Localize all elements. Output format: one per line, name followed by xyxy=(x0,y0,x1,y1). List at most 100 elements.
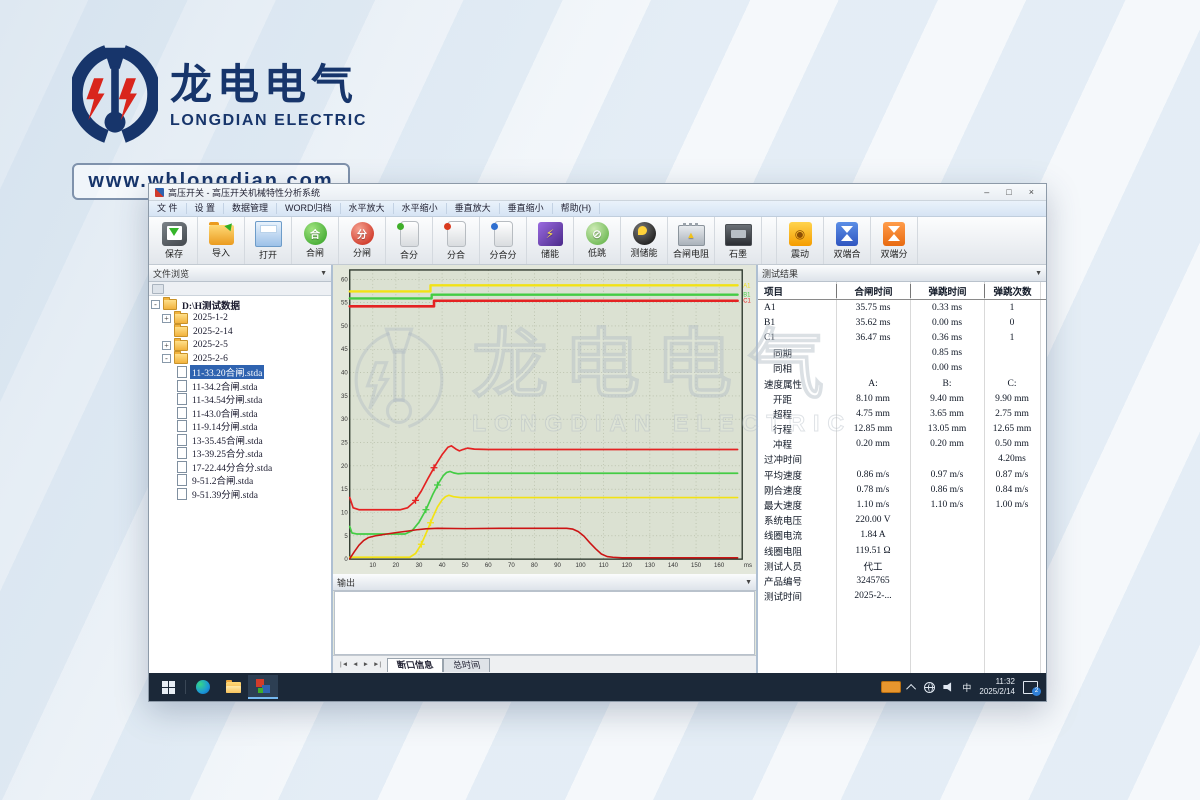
tab-0[interactable]: 断口信息 xyxy=(387,658,443,672)
edge-browser-button[interactable] xyxy=(188,675,218,699)
menu-item-1[interactable]: 设 置 xyxy=(187,203,225,214)
menu-item-6[interactable]: 垂直放大 xyxy=(447,203,500,214)
expander-icon[interactable]: - xyxy=(162,354,171,363)
dropdown-icon[interactable]: ▼ xyxy=(320,270,327,277)
tree-file-item[interactable]: 17-22.44分合分.stda xyxy=(149,460,331,474)
result-label: 行程 xyxy=(758,422,836,436)
tree-file-item[interactable]: 9-51.2合闸.stda xyxy=(149,474,331,488)
open-circle-icon: 分 xyxy=(351,222,374,245)
folder-icon xyxy=(174,326,188,337)
svg-text:25: 25 xyxy=(341,439,348,446)
toolbar-open-close-open-button[interactable]: 分合分 xyxy=(480,217,527,264)
chart-svg: 0510152025303540455055601020304050607080… xyxy=(333,265,756,574)
network-icon[interactable] xyxy=(924,682,935,693)
tree-file-item[interactable]: 11-34.2合闸.stda xyxy=(149,379,331,393)
tree-file-item[interactable]: 11-9.14分闸.stda xyxy=(149,420,331,434)
toolbar-dual-open-button[interactable]: 双端分 xyxy=(871,217,918,264)
toolbar-close-open-button[interactable]: 合分 xyxy=(386,217,433,264)
svg-text:30: 30 xyxy=(341,416,348,423)
svg-text:150: 150 xyxy=(691,562,702,569)
result-row: 测试时间2025-2-... xyxy=(758,589,1046,604)
ime-indicator[interactable]: 中 xyxy=(962,681,971,694)
menu-item-4[interactable]: 水平放大 xyxy=(341,203,394,214)
analyzer-app-button[interactable] xyxy=(248,675,278,699)
file-browser-panel: 文件浏览 ▼ -D:\H测试数据+2025-1-22025-2-14 +2025-… xyxy=(149,265,333,673)
menu-item-3[interactable]: WORD归档 xyxy=(277,203,341,214)
toolbar-vibration-button[interactable]: ◉震动 xyxy=(776,217,824,264)
start-button[interactable] xyxy=(153,675,183,699)
close-button[interactable]: × xyxy=(1029,187,1034,197)
tray-app-icon[interactable] xyxy=(881,681,901,693)
tab-nav-arrow[interactable]: ► xyxy=(363,661,369,668)
svg-text:35: 35 xyxy=(341,393,348,400)
file-browser-title: 文件浏览 xyxy=(153,267,189,280)
dropdown-icon[interactable]: ▼ xyxy=(1035,270,1042,277)
tree-folder-item[interactable]: 2025-2-14 xyxy=(149,325,331,339)
menu-item-7[interactable]: 垂直缩小 xyxy=(500,203,553,214)
toolbar-low-trip-button[interactable]: ⊘低跳 xyxy=(574,217,621,264)
toolbar-save-button[interactable]: 保存 xyxy=(151,217,198,264)
tab-nav-arrow[interactable]: |◄ xyxy=(340,661,348,668)
window-titlebar[interactable]: 高压开关 - 高压开关机械特性分析系统 – □ × xyxy=(149,184,1046,201)
tree-item-label: 2025-2-14 xyxy=(191,327,235,337)
tree-folder-item[interactable]: -2025-2-6 xyxy=(149,352,331,366)
menu-item-0[interactable]: 文 件 xyxy=(149,203,187,214)
toolbar-dual-close-button[interactable]: 双端合 xyxy=(824,217,871,264)
tab-1[interactable]: 总时间 xyxy=(443,658,490,672)
tree-file-item[interactable]: 13-39.25合分.stda xyxy=(149,447,331,461)
tree-file-item[interactable]: 9-51.39分闸.stda xyxy=(149,487,331,501)
expander-icon[interactable]: + xyxy=(162,314,171,323)
tree-file-item[interactable]: 13-35.45合闸.stda xyxy=(149,433,331,447)
tab-nav-arrows[interactable]: |◄ ◄ ► ►| xyxy=(336,656,385,673)
result-row: 平均速度0.86 m/s0.97 m/s0.87 m/s xyxy=(758,467,1046,482)
toolbar-open-button[interactable]: 打开 xyxy=(245,217,292,264)
tree-folder-item[interactable]: -D:\H测试数据 xyxy=(149,298,331,312)
result-value-a: 1.10 m/s xyxy=(836,500,910,510)
tab-label: 总时间 xyxy=(452,658,482,671)
toolbar-open-op-button[interactable]: 分分闸 xyxy=(339,217,386,264)
toolbar-graphite-button[interactable]: 石墨 xyxy=(715,217,762,264)
tab-nav-arrow[interactable]: ◄ xyxy=(352,661,358,668)
dropdown-icon[interactable]: ▼ xyxy=(745,579,752,586)
tree-folder-item[interactable]: +2025-1-2 xyxy=(149,312,331,326)
svg-text:20: 20 xyxy=(341,463,348,470)
toolbar-close-op-button[interactable]: 合合闸 xyxy=(292,217,339,264)
menu-item-2[interactable]: 数据管理 xyxy=(224,203,277,214)
file-icon xyxy=(177,434,187,446)
result-row: 线圈电流1.84 A xyxy=(758,528,1046,543)
toolbar-import-button[interactable]: 导入 xyxy=(198,217,245,264)
tray-expand-icon[interactable] xyxy=(907,683,917,693)
volume-icon[interactable] xyxy=(943,682,954,693)
expander-icon[interactable]: - xyxy=(151,300,160,309)
svg-text:40: 40 xyxy=(341,370,348,377)
maximize-button[interactable]: □ xyxy=(1006,187,1011,197)
results-header-cell: 合闸时间 xyxy=(836,284,910,298)
expander-icon[interactable]: + xyxy=(162,341,171,350)
tab-nav-arrow[interactable]: ►| xyxy=(373,661,381,668)
waveform-chart[interactable]: 0510152025303540455055601020304050607080… xyxy=(333,265,756,574)
output-console[interactable] xyxy=(334,591,755,655)
tree-folder-item[interactable]: +2025-2-5 xyxy=(149,339,331,353)
result-value-b: 9.40 mm xyxy=(910,394,984,404)
tree-file-item[interactable]: 11-33.20合闸.stda xyxy=(149,366,331,380)
toolbar-closing-resistor-button[interactable]: ▲合闸电阻 xyxy=(668,217,715,264)
toolbar-measure-energy-button[interactable]: 测储能 xyxy=(621,217,668,264)
result-value-c: 1 xyxy=(984,303,1040,313)
mini-folder-icon[interactable] xyxy=(152,284,164,294)
result-value-a: 0.20 mm xyxy=(836,439,910,449)
result-row: 同期0.85 ms xyxy=(758,346,1046,361)
file-explorer-button[interactable] xyxy=(218,675,248,699)
results-panel: 测试结果 ▼ 项目合闸时间弹跳时间弹跳次数A135.75 ms0.33 ms1B… xyxy=(758,265,1046,673)
notification-icon[interactable]: 2 xyxy=(1023,681,1038,694)
result-label: B1 xyxy=(758,318,836,328)
tree-item-label: 11-34.54分闸.stda xyxy=(190,392,264,406)
clock[interactable]: 11:32 2025/2/14 xyxy=(979,677,1015,697)
menu-item-5[interactable]: 水平缩小 xyxy=(394,203,447,214)
minimize-button[interactable]: – xyxy=(984,187,989,197)
tree-file-item[interactable]: 11-43.0合闸.stda xyxy=(149,406,331,420)
menu-item-8[interactable]: 帮助(H) xyxy=(553,203,601,214)
tree-file-item[interactable]: 11-34.54分闸.stda xyxy=(149,393,331,407)
toolbar-open-close-button[interactable]: 分合 xyxy=(433,217,480,264)
toolbar-energy-store-button[interactable]: ⚡储能 xyxy=(527,217,574,264)
tree-item-label: 9-51.2合闸.stda xyxy=(190,473,255,487)
